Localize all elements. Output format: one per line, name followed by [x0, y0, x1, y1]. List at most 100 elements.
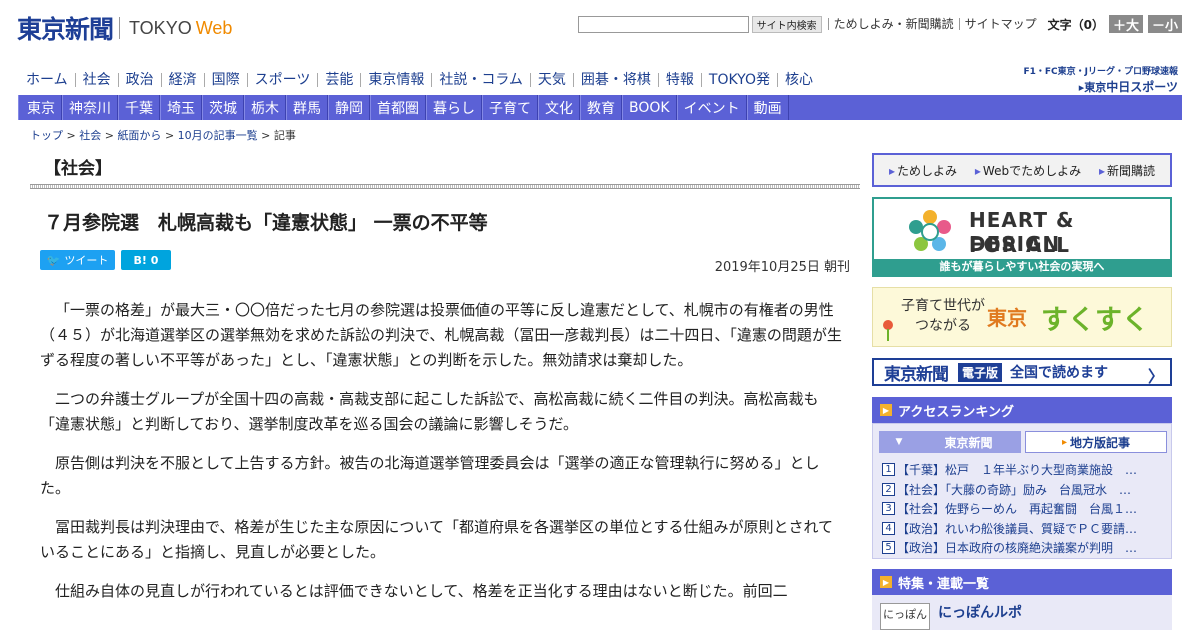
share-buttons: 🐦 ツイート B! 0	[40, 250, 171, 270]
region-nav-item[interactable]: 動画	[746, 95, 789, 120]
nav-item[interactable]: 芸能	[317, 73, 360, 87]
chevron-right-icon: 〉	[1147, 367, 1164, 386]
region-nav-item[interactable]: 子育て	[482, 95, 538, 120]
nav-item[interactable]: 特報	[657, 73, 701, 87]
logo-tokyo: TOKYO	[129, 17, 192, 38]
feature-title-link[interactable]: にっぽんルポ	[938, 602, 1022, 622]
region-nav-item[interactable]: 静岡	[328, 95, 370, 120]
region-nav-item[interactable]: BOOK	[622, 95, 677, 120]
digital-edition-tag: 電子版	[958, 362, 1003, 382]
feature-thumbnail[interactable]: にっぽん	[880, 603, 930, 630]
nav-item[interactable]: 囲碁・将棋	[572, 73, 658, 87]
web-trial-link[interactable]: Webでためしよみ	[975, 162, 1081, 179]
article-headline: ７月参院選 札幌高裁も「違憲状態」 一票の不平等	[44, 212, 488, 234]
breadcrumb-link[interactable]: トップ	[30, 129, 63, 142]
nav-item[interactable]: 国際	[203, 73, 247, 87]
nav-item[interactable]: ホーム	[18, 73, 75, 87]
article-paragraph: 二つの弁護士グループが全国十四の高裁・高裁支部に起こした訴訟で、高松高裁に続く二…	[40, 390, 819, 433]
region-nav-item[interactable]: 神奈川	[62, 95, 118, 120]
ranking-item-title: 【社会】佐野らーめん 再起奮闘 台風１…	[897, 502, 1138, 517]
chunichi-tagline: F1・FC東京・Jリーグ・プロ野球速報	[1023, 67, 1178, 77]
tweet-label: ツイート	[64, 254, 109, 267]
region-nav-item[interactable]: 東京	[18, 95, 62, 120]
region-nav-item[interactable]: 埼玉	[160, 95, 202, 120]
region-nav-item[interactable]: 茨城	[202, 95, 244, 120]
nav-item[interactable]: 政治	[117, 73, 161, 87]
region-nav-item[interactable]: 文化	[538, 95, 580, 120]
region-nav-item[interactable]: 暮らし	[426, 95, 482, 120]
ranking-panel: 東京新聞 地方版記事 1【千葉】松戸 １年半ぶり大型商業施設 … 2【社会】「大…	[872, 423, 1172, 559]
arrow-box-icon: ▶	[880, 404, 892, 416]
nav-item[interactable]: 経済	[160, 73, 204, 87]
section-divider	[30, 184, 860, 189]
article-paragraph: 原告側は判決を不服として上告する方針。被告の北海道選挙管理委員会は「選挙の適正な…	[40, 454, 820, 497]
heart-design-line2: FOR ALL	[969, 233, 1070, 257]
heart-design-logo-icon	[909, 210, 951, 251]
article-body: 「一票の格差」が最大三・〇〇倍だった七月の参院選は投票価値の平等に反し違憲だとし…	[40, 298, 842, 618]
region-nav: 東京 神奈川 千葉 埼玉 茨城 栃木 群馬 静岡 首都圏 暮らし 子育て 文化 …	[18, 95, 1182, 120]
logo-divider	[119, 17, 121, 39]
nav-item[interactable]: 社会	[74, 73, 118, 87]
ranking-item[interactable]: 1 【千葉】松戸 １年半ぶり大型商業施設 …	[882, 460, 1162, 480]
breadcrumb-current: 記事	[273, 129, 296, 142]
ranking-item[interactable]: 4 【政治】れいわ舩後議員、質疑でＰＣ要請…	[882, 519, 1162, 539]
trial-read-link[interactable]: ためしよみ	[889, 162, 957, 179]
region-nav-item[interactable]: 教育	[580, 95, 622, 120]
ranking-item-title: 【社会】「大藤の奇跡」励み 台風冠水 …	[897, 482, 1132, 497]
breadcrumb-sep: >	[261, 129, 271, 142]
tab-tokyo-shimbun[interactable]: 東京新聞	[879, 431, 1021, 453]
features-panel: にっぽん にっぽんルポ	[872, 595, 1172, 630]
article-paragraph: 冨田裁判長は判決理由で、格差が生じた主な原因について「都道府県を各選挙区の単位と…	[40, 518, 834, 561]
search-button[interactable]: サイト内検索	[751, 15, 822, 33]
rank-number: 5	[882, 541, 895, 555]
chunichi-name: ▸東京中日スポーツ	[1023, 78, 1178, 95]
ranking-item[interactable]: 2 【社会】「大藤の奇跡」励み 台風冠水 …	[882, 480, 1162, 500]
chunichi-sports-banner[interactable]: F1・FC東京・Jリーグ・プロ野球速報 ▸東京中日スポーツ	[1023, 64, 1178, 95]
sukusuku-tagline-1: 子育て世代が	[901, 298, 985, 314]
ranking-item-title: 【政治】れいわ舩後議員、質疑でＰＣ要請…	[897, 521, 1138, 536]
twitter-bird-icon: 🐦	[46, 253, 61, 267]
rank-number: 1	[882, 463, 895, 477]
site-logo[interactable]: 東京新聞 TOKYO Web	[17, 10, 232, 46]
ranking-item[interactable]: 3 【社会】佐野らーめん 再起奮闘 台風１…	[882, 499, 1162, 519]
article-date: 2019年10月25日 朝刊	[714, 260, 850, 275]
tweet-button[interactable]: 🐦 ツイート	[40, 250, 115, 270]
heart-design-banner[interactable]: HEART & DESIGN FOR ALL 誰もが暮らしやすい社会の実現へ	[872, 197, 1172, 277]
region-nav-item[interactable]: 首都圏	[370, 95, 426, 120]
header-link-subscribe[interactable]: ためしよみ・新聞購読	[827, 18, 959, 30]
region-nav-item[interactable]: イベント	[676, 95, 747, 120]
ranking-tabs: 東京新聞 地方版記事	[879, 431, 1167, 453]
region-nav-item[interactable]: 群馬	[286, 95, 328, 120]
breadcrumb: トップ > 社会 > 紙面から > 10月の記事一覧 > 記事	[30, 127, 296, 143]
breadcrumb-link[interactable]: 10月の記事一覧	[178, 129, 258, 142]
nav-item[interactable]: 東京情報	[360, 73, 431, 87]
digital-edition-banner[interactable]: 東京新聞 電子版 全国で読めます 〉	[872, 358, 1172, 386]
nav-item[interactable]: 天気	[529, 73, 573, 87]
sukusuku-tagline-2: つながる	[915, 318, 971, 334]
main-nav: ホーム 社会 政治 経済 国際 スポーツ 芸能 東京情報 社説・コラム 天気 囲…	[18, 70, 820, 90]
breadcrumb-link[interactable]: 社会	[79, 129, 101, 142]
article-paragraph: 仕組み自体の見直しが行われているとは評価できないとして、格差を正当化する理由はな…	[55, 582, 788, 600]
header-link-sitemap[interactable]: サイトマップ	[958, 18, 1042, 30]
breadcrumb-link[interactable]: 紙面から	[117, 129, 161, 142]
subscribe-link[interactable]: 新聞購読	[1099, 162, 1155, 179]
tokyo-sukusuku-banner[interactable]: 子育て世代が つながる 東京 すくすく	[872, 287, 1172, 347]
logo-english: TOKYO Web	[129, 18, 232, 39]
logo-japanese: 東京新聞	[17, 15, 114, 44]
nav-item[interactable]: 社説・コラム	[431, 73, 530, 87]
region-nav-item[interactable]: 栃木	[244, 95, 286, 120]
nav-item[interactable]: スポーツ	[246, 73, 318, 87]
font-smaller-button[interactable]: －小	[1148, 15, 1182, 34]
chunichi-title: 中日スポーツ	[1106, 80, 1178, 94]
hatena-bookmark-button[interactable]: B! 0	[121, 250, 171, 270]
ranking-item[interactable]: 5 【政治】日本政府の核廃絶決議案が判明 …	[882, 538, 1162, 558]
region-nav-item[interactable]: 千葉	[118, 95, 160, 120]
header-tools: サイト内検索 ためしよみ・新聞購読 サイトマップ 文字（0） ＋大 －小	[577, 14, 1182, 34]
nav-item[interactable]: 核心	[776, 73, 820, 87]
breadcrumb-sep: >	[104, 129, 114, 142]
tab-local-articles[interactable]: 地方版記事	[1025, 431, 1167, 453]
digital-edition-logo: 東京新聞	[884, 364, 949, 385]
search-input[interactable]	[577, 15, 749, 33]
nav-item[interactable]: TOKYO発	[700, 73, 777, 87]
font-larger-button[interactable]: ＋大	[1109, 15, 1143, 34]
